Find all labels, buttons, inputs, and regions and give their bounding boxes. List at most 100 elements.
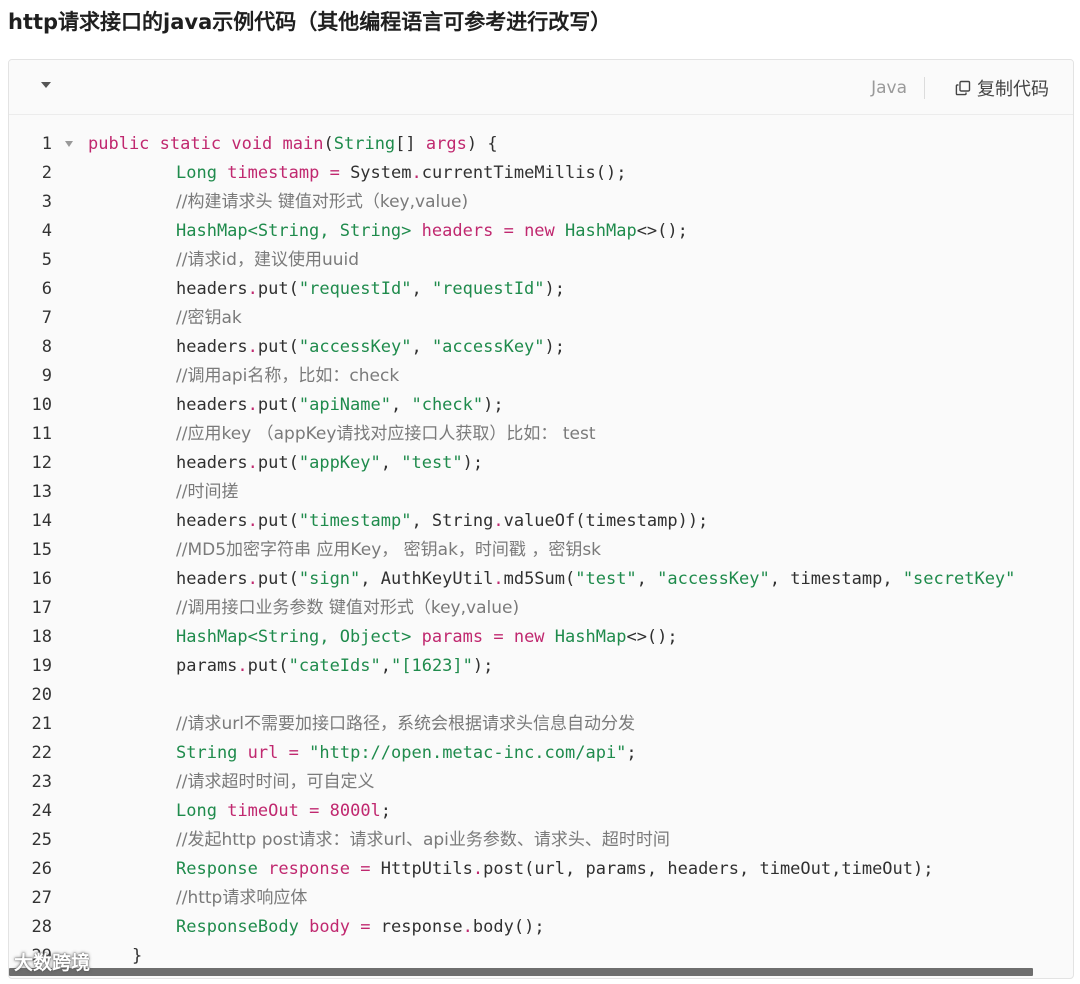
code-token: = xyxy=(288,743,299,763)
code-text: headers.put("requestId", "requestId"); xyxy=(176,275,565,304)
code-token: valueOf(timestamp)); xyxy=(503,511,709,531)
code-text: HashMap<String, Object> params = new Has… xyxy=(176,623,678,652)
code-token: , xyxy=(390,395,412,415)
code-line: 19 params.put("cateIds","[1623]"); xyxy=(9,652,1073,681)
code-token: void xyxy=(231,134,273,154)
code-token: HashMap xyxy=(554,627,627,647)
code-line: 25 //发起http post请求：请求url、api业务参数、请求头、超时时间 xyxy=(9,826,1073,855)
line-number: 10 xyxy=(31,395,52,415)
code-token: HttpUtils xyxy=(370,859,473,879)
code-token: . xyxy=(247,395,258,415)
code-text: headers.put("apiName", "check"); xyxy=(176,391,504,420)
code-token: //密钥ak xyxy=(176,308,242,328)
code-text: headers.put("sign", AuthKeyUtil.md5Sum("… xyxy=(176,565,1015,594)
code-token: put( xyxy=(257,511,299,531)
code-text: //请求超时时间，可自定义 xyxy=(176,768,374,797)
code-line: 16 headers.put("sign", AuthKeyUtil.md5Sum… xyxy=(9,565,1073,594)
collapse-toggle-icon[interactable] xyxy=(41,82,51,88)
code-token: ); xyxy=(462,453,484,473)
code-token: headers xyxy=(176,337,248,357)
code-text: //请求url不需要加接口路径，系统会根据请求头信息自动分发 xyxy=(176,710,635,739)
code-token: ; xyxy=(380,801,392,821)
code-text: ResponseBody body = response.body(); xyxy=(176,913,545,942)
code-token: "accessKey" xyxy=(431,337,545,357)
code-token: ); xyxy=(483,395,504,415)
code-token: put( xyxy=(247,656,289,676)
code-token: "check" xyxy=(411,395,484,415)
code-line: 4 HashMap<String, String> headers = new H… xyxy=(9,217,1073,246)
code-token: //发起http post请求：请求url、api业务参数、请求头、超时时间 xyxy=(176,830,670,850)
horizontal-scrollbar[interactable] xyxy=(9,968,1033,976)
code-token: 8000l xyxy=(329,801,381,821)
code-line: 18 HashMap<String, Object> params = new H… xyxy=(9,623,1073,652)
code-token: "accessKey" xyxy=(657,569,770,589)
code-token: new xyxy=(524,221,555,241)
code-token: = xyxy=(329,163,340,183)
code-line: 6 headers.put("requestId", "requestId"); xyxy=(9,275,1073,304)
watermark: 大数跨境 xyxy=(14,952,91,974)
line-number: 13 xyxy=(31,482,52,502)
line-number: 19 xyxy=(31,656,52,676)
code-token: headers xyxy=(176,279,248,299)
code-line: 17 //调用接口业务参数 键值对形式（key,value) xyxy=(9,594,1073,623)
code-text: Response response = HttpUtils.post(url, … xyxy=(176,855,933,884)
code-token: , timestamp, xyxy=(769,569,903,589)
copy-code-label: 复制代码 xyxy=(977,79,1049,100)
code-token: String xyxy=(176,743,238,763)
code-token: <>(); xyxy=(626,627,678,647)
line-number: 28 xyxy=(31,917,52,937)
code-text: public static void main(String[] args) { xyxy=(88,130,498,159)
code-line: 22 String url = "http://open.metac-inc.co… xyxy=(9,739,1073,768)
code-token: . xyxy=(247,337,258,357)
code-token: "test" xyxy=(401,453,463,473)
code-token: main xyxy=(282,134,324,154)
code-token: url xyxy=(247,743,279,763)
code-token: ( xyxy=(323,134,334,154)
code-line: 27 //http请求响应体 xyxy=(9,884,1073,913)
code-token: , xyxy=(636,569,658,589)
code-token: static xyxy=(159,134,222,154)
code-token: "requestId" xyxy=(431,279,545,299)
code-token: = xyxy=(493,627,504,647)
code-text: //应用key （appKey请找对应接口人获取）比如： test xyxy=(176,420,596,449)
code-token: } xyxy=(132,946,143,966)
code-text: //构建请求头 键值对形式（key,value) xyxy=(176,188,468,217)
line-number: 2 xyxy=(41,163,52,183)
code-token: currentTimeMillis(); xyxy=(421,163,627,183)
code-token: , xyxy=(411,337,432,357)
code-token: //时间搓 xyxy=(176,482,239,502)
line-number: 26 xyxy=(31,859,52,879)
code-line: 7 //密钥ak xyxy=(9,304,1073,333)
language-label: Java xyxy=(871,78,907,98)
code-token: String xyxy=(333,134,396,154)
code-token: headers xyxy=(176,569,248,589)
code-text: HashMap<String, String> headers = new Ha… xyxy=(176,217,688,246)
code-text: //请求id，建议使用uuid xyxy=(176,246,359,275)
code-token: "test" xyxy=(575,569,637,589)
code-token: . xyxy=(493,511,504,531)
code-token: HashMap<String, Object> xyxy=(176,627,412,647)
code-token: HashMap<String, String> xyxy=(176,221,412,241)
code-token: = xyxy=(360,917,371,937)
code-token: put( xyxy=(257,337,299,357)
code-token: = xyxy=(309,801,320,821)
copy-code-button[interactable]: 复制代码 xyxy=(955,75,1049,101)
copy-icon xyxy=(955,80,971,96)
code-line: 23 //请求超时时间，可自定义 xyxy=(9,768,1073,797)
fold-arrow-icon[interactable] xyxy=(65,141,73,147)
code-token: . xyxy=(493,569,504,589)
code-token: headers xyxy=(421,221,494,241)
code-text: Long timeOut = 8000l; xyxy=(176,797,391,826)
